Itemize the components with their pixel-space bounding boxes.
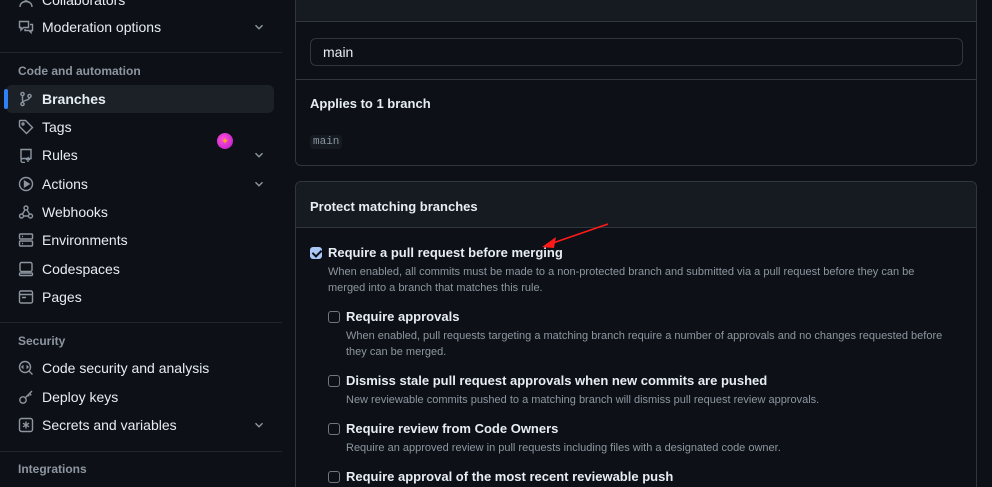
matched-branch-name: main: [310, 135, 343, 149]
rule-description-line: Require an approved review in pull reque…: [346, 442, 781, 454]
browser-icon: [18, 289, 34, 305]
require-approvals-checkbox[interactable]: [328, 311, 340, 323]
applies-to-title: Applies to 1 branch: [310, 96, 431, 111]
webhook-icon: [18, 204, 34, 220]
panel-divider: [296, 79, 976, 80]
key-icon: [18, 389, 34, 405]
sidebar-item-webhooks[interactable]: Webhooks: [6, 198, 274, 226]
require-recent-push-approval-checkbox[interactable]: [328, 471, 340, 483]
sidebar-item-environments[interactable]: Environments: [6, 226, 274, 254]
protect-branches-panel: Protect matching branches Require a pull…: [295, 181, 977, 487]
sidebar-item-label: Collaborators: [42, 0, 126, 8]
rule-description-line: When enabled, pull requests targeting a …: [346, 330, 943, 342]
chevron-down-icon: [255, 422, 263, 428]
sidebar-item-label: Code security and analysis: [42, 360, 210, 376]
section-heading-code-automation: Code and automation: [18, 64, 141, 78]
sidebar-item-label: Secrets and variables: [42, 417, 177, 433]
sidebar-item-label: Moderation options: [42, 19, 162, 35]
sidebar-item-pages[interactable]: Pages: [6, 283, 274, 311]
rule-description: When enabled, all commits must be made t…: [328, 264, 914, 296]
sidebar-item-label: Codespaces: [42, 261, 120, 277]
sidebar-divider: [0, 451, 282, 452]
sidebar-item-codespaces[interactable]: Codespaces: [6, 255, 274, 283]
codespaces-icon: [18, 261, 34, 277]
rule-description-line: merged into a branch that matches this r…: [328, 282, 543, 294]
sidebar-item-collaborators[interactable]: Collaborators: [6, 0, 274, 14]
git-branch-icon: [18, 91, 34, 107]
sidebar-item-code-security[interactable]: Code security and analysis: [6, 354, 274, 382]
sidebar-item-tags[interactable]: Tags: [6, 113, 274, 141]
rule-description-line: When enabled, all commits must be made t…: [328, 266, 915, 278]
rule-label[interactable]: Dismiss stale pull request approvals whe…: [346, 373, 767, 388]
rule-description: New reviewable commits pushed to a match…: [346, 392, 819, 408]
chevron-down-icon: [255, 152, 263, 158]
sidebar-item-label: Tags: [42, 119, 72, 135]
repo-push-icon: [18, 147, 34, 163]
settings-sidebar: Collaborators Moderation options Code an…: [0, 0, 282, 487]
tag-icon: [18, 119, 34, 135]
sidebar-item-secrets-variables[interactable]: Secrets and variables: [6, 411, 274, 439]
play-icon: [18, 176, 34, 192]
rule-label[interactable]: Require approvals: [346, 309, 459, 324]
section-heading-integrations: Integrations: [18, 462, 87, 476]
person-icon: [18, 0, 34, 8]
chevron-down-icon: [255, 181, 263, 187]
sidebar-item-label: Webhooks: [42, 204, 108, 220]
sidebar-item-label: Deploy keys: [42, 389, 119, 405]
rule-description: Require an approved review in pull reque…: [346, 440, 781, 456]
rule-description-line: they can be merged.: [346, 346, 447, 358]
branch-pattern-panel: main Applies to 1 branch main: [295, 0, 977, 166]
rule-label[interactable]: Require a pull request before merging: [328, 245, 563, 260]
comment-discussion-icon: [18, 19, 34, 35]
require-pull-request-checkbox[interactable]: [310, 247, 322, 259]
rule-label[interactable]: Require approval of the most recent revi…: [346, 469, 673, 484]
sidebar-item-deploy-keys[interactable]: Deploy keys: [6, 383, 274, 411]
sidebar-divider: [0, 52, 282, 53]
dismiss-stale-approvals-checkbox[interactable]: [328, 375, 340, 387]
sidebar-item-label: Actions: [42, 176, 88, 192]
asterisk-icon: [18, 417, 34, 433]
chevron-down-icon: [255, 24, 263, 30]
sidebar-item-label: Pages: [42, 289, 82, 305]
copilot-spark-icon[interactable]: ✦: [217, 133, 233, 149]
sidebar-item-label: Environments: [42, 232, 128, 248]
rule-description: When enabled, pull requests targeting a …: [346, 328, 942, 360]
sidebar-divider: [0, 322, 282, 323]
sidebar-item-actions[interactable]: Actions: [6, 170, 274, 198]
protect-title: Protect matching branches: [310, 199, 478, 214]
rule-label[interactable]: Require review from Code Owners: [346, 421, 558, 436]
panel-header: [296, 0, 976, 22]
rule-description-line: New reviewable commits pushed to a match…: [346, 394, 820, 406]
sidebar-item-moderation-options[interactable]: Moderation options: [6, 13, 274, 41]
sidebar-item-branches[interactable]: Branches: [4, 85, 274, 113]
sidebar-item-label: Branches: [42, 91, 106, 107]
sidebar-item-label: Rules: [42, 147, 78, 163]
section-heading-security: Security: [18, 334, 66, 348]
require-code-owners-checkbox[interactable]: [328, 423, 340, 435]
server-icon: [18, 232, 34, 248]
branch-name-pattern-input[interactable]: main: [310, 38, 963, 66]
codescan-icon: [18, 360, 34, 376]
sidebar-item-rules[interactable]: Rules: [6, 141, 274, 169]
annotation-arrow: [542, 223, 609, 248]
protect-panel-header: Protect matching branches: [296, 182, 976, 228]
